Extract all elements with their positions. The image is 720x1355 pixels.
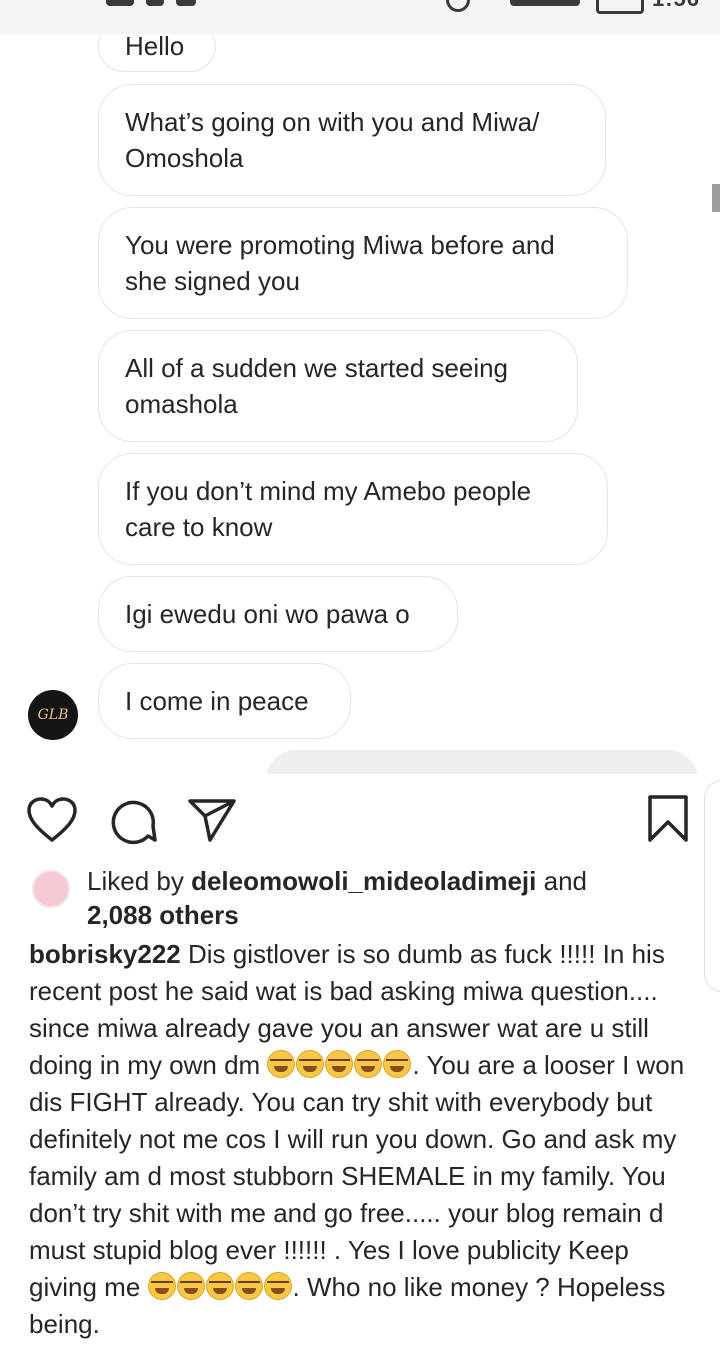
send-icon[interactable] (186, 796, 238, 844)
overlay-card-edge (704, 780, 720, 992)
message-text: What’s going on with you and Miwa/ Omosh… (125, 107, 540, 173)
laughing-emoji-icon (147, 1272, 176, 1300)
laughing-emoji-icon (234, 1272, 263, 1300)
laughing-emoji-icon (267, 1050, 296, 1078)
emoji-group-2 (147, 1272, 293, 1302)
laughing-emoji-icon (354, 1050, 383, 1078)
post-action-bar (0, 776, 720, 856)
scrollbar[interactable] (712, 184, 720, 212)
message-bubble[interactable]: What’s going on with you and Miwa/ Omosh… (98, 84, 606, 196)
dm-conversation: Hello What’s going on with you and Miwa/… (0, 34, 720, 774)
caption-text-2: . You are a looser I won dis FIGHT alrea… (29, 1050, 685, 1302)
caption-username[interactable]: bobrisky222 (29, 939, 181, 969)
notification-icon-2 (176, 0, 196, 6)
signal-icon (106, 0, 134, 6)
message-text: You were promoting Miwa before and she s… (125, 230, 555, 296)
emoji-group-1 (267, 1050, 412, 1080)
message-text: Igi ewedu oni wo pawa o (125, 599, 410, 629)
post-caption: bobrisky222 Dis gistlover is so dumb as … (29, 936, 699, 1343)
network-bars-icon (510, 0, 580, 6)
message-text: If you don’t mind my Amebo people care t… (125, 476, 532, 542)
laughing-emoji-icon (263, 1272, 292, 1300)
message-text: All of a sudden we started seeing omasho… (125, 353, 509, 419)
alarm-icon (446, 0, 470, 12)
liker-username[interactable]: deleomowoli_mideoladimeji (191, 866, 536, 896)
message-bubble[interactable]: Hello (98, 34, 216, 72)
laughing-emoji-icon (205, 1272, 234, 1300)
laughing-emoji-icon (325, 1050, 354, 1078)
comment-icon[interactable] (108, 796, 158, 846)
message-bubble[interactable]: I come in peace (98, 663, 351, 739)
battery-icon (596, 0, 644, 14)
message-bubble[interactable]: You were promoting Miwa before and she s… (98, 207, 628, 319)
likes-text: Liked by deleomowoli_mideoladimeji and 2… (87, 864, 587, 932)
laughing-emoji-icon (296, 1050, 325, 1078)
heart-icon[interactable] (26, 796, 78, 844)
laughing-emoji-icon (383, 1050, 412, 1078)
laughing-emoji-icon (176, 1272, 205, 1300)
message-text: I come in peace (125, 686, 309, 716)
message-text: Hello (125, 34, 185, 61)
message-bubble[interactable]: If you don’t mind my Amebo people care t… (98, 453, 608, 565)
status-bar: 1:56 (0, 0, 720, 34)
reply-bubble (266, 750, 698, 774)
likes-count[interactable]: 2,088 others (87, 900, 239, 930)
message-bubble[interactable]: All of a sudden we started seeing omasho… (98, 330, 578, 442)
message-bubble[interactable]: Igi ewedu oni wo pawa o (98, 576, 458, 652)
notification-icon (146, 0, 164, 6)
sender-avatar[interactable]: GLB (28, 690, 78, 740)
bookmark-icon[interactable] (646, 794, 690, 844)
likes-and: and (543, 866, 588, 896)
status-time: 1:56 (652, 0, 700, 12)
likes-prefix: Liked by (87, 866, 184, 896)
liker-avatar (32, 870, 70, 908)
avatar-logo-text: GLB (37, 707, 69, 723)
